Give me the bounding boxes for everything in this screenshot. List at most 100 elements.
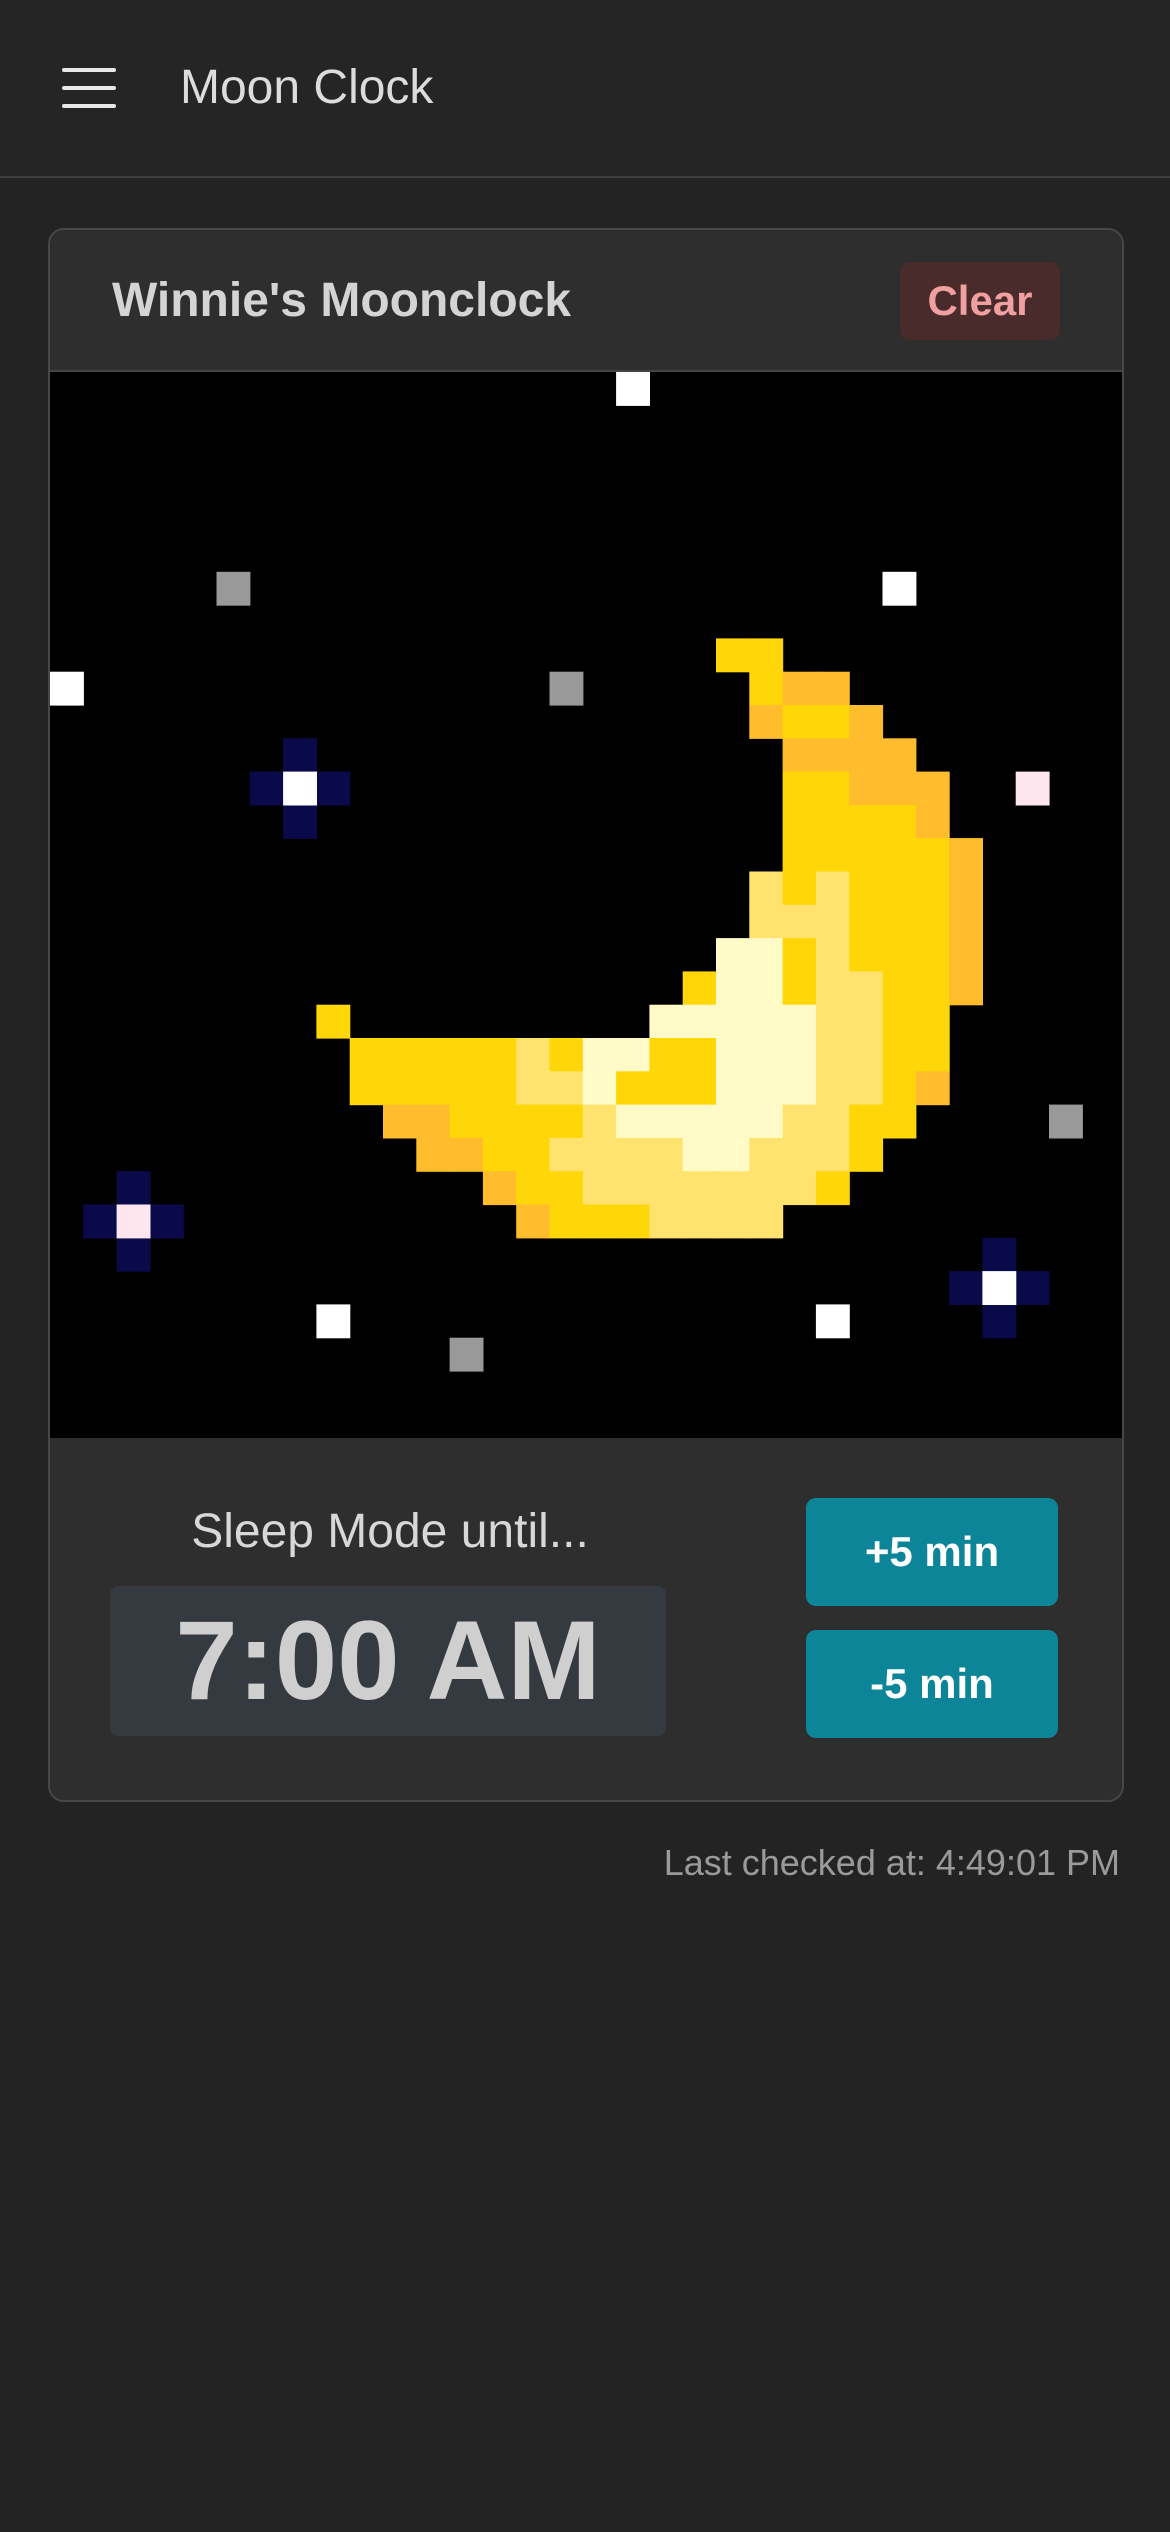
- moon-pixel: [815, 938, 850, 972]
- moon-pixel: [815, 1171, 850, 1206]
- moon-pixel: [782, 1104, 817, 1139]
- moonclock-card: Winnie's Moonclock Clear Sleep Mode unti…: [48, 228, 1124, 1802]
- moon-pixel: [815, 705, 850, 739]
- moon-pixel: [782, 1038, 817, 1072]
- moon-pixel: [815, 738, 850, 773]
- star-pixel: [616, 372, 650, 406]
- moon-pixel: [782, 904, 817, 939]
- moon-pixel: [949, 971, 983, 1006]
- star-pixel: [1049, 1104, 1083, 1139]
- moon-pixel: [915, 804, 950, 839]
- moon-pixel: [682, 1137, 717, 1172]
- moon-pixel: [815, 904, 850, 939]
- moon-pixel: [749, 1004, 784, 1039]
- moon-pixel: [949, 871, 983, 906]
- moon-pixel: [316, 1004, 351, 1039]
- moon-pixel: [882, 1104, 917, 1139]
- moon-pixel: [815, 1038, 850, 1072]
- star-pixel: [283, 771, 317, 806]
- pixel-display: [50, 372, 1122, 1438]
- star-glow-pixel: [116, 1237, 151, 1272]
- add-5-min-button[interactable]: +5 min: [806, 1498, 1058, 1606]
- hamburger-menu-icon[interactable]: [54, 60, 126, 116]
- moon-pixel: [716, 938, 750, 972]
- moon-pixel: [782, 1171, 817, 1206]
- moon-pixel: [782, 938, 817, 972]
- star-pixel: [815, 1304, 850, 1339]
- moon-pixel: [716, 638, 750, 673]
- moon-pixel: [782, 705, 817, 739]
- moon-pixel: [682, 1038, 717, 1072]
- moon-pixel: [915, 1038, 950, 1072]
- star-pixel: [882, 571, 917, 606]
- moon-pixel: [849, 1004, 884, 1039]
- moon-pixel: [682, 1104, 717, 1139]
- moon-pixel: [849, 771, 884, 806]
- star-glow-pixel: [283, 738, 317, 773]
- moon-pixel: [449, 1071, 484, 1106]
- moon-pixel: [782, 1071, 817, 1106]
- moon-pixel: [449, 1137, 484, 1172]
- wake-time: 7:00 AM: [175, 1598, 601, 1723]
- moon-pixel: [882, 771, 917, 806]
- star-glow-pixel: [982, 1237, 1017, 1272]
- moon-pixel: [749, 1204, 784, 1239]
- moon-pixel: [915, 1071, 950, 1106]
- moon-pixel: [882, 904, 917, 939]
- star-glow-pixel: [316, 771, 351, 806]
- moon-pixel: [616, 1104, 650, 1139]
- moon-pixel: [549, 1038, 584, 1072]
- star-pixel: [316, 1304, 351, 1339]
- moon-pixel: [416, 1137, 451, 1172]
- moon-pixel: [949, 904, 983, 939]
- moon-pixel: [682, 971, 717, 1006]
- moon-pixel: [749, 904, 784, 939]
- moon-pixel: [782, 1137, 817, 1172]
- star-pixel: [216, 571, 251, 606]
- moon-pixel: [882, 738, 917, 773]
- moon-pixel: [915, 871, 950, 906]
- moon-pixel: [716, 1004, 750, 1039]
- moon-pixel: [516, 1171, 551, 1206]
- moon-pixel: [516, 1071, 551, 1106]
- moon-pixel: [815, 1004, 850, 1039]
- moon-pixel: [882, 804, 917, 839]
- moon-pixel: [849, 971, 884, 1006]
- moon-pixel: [582, 1104, 617, 1139]
- moon-pixel: [582, 1171, 617, 1206]
- moon-pixel: [383, 1038, 417, 1072]
- moon-pixel: [416, 1071, 451, 1106]
- moon-pixel: [549, 1071, 584, 1106]
- moon-pixel: [815, 871, 850, 906]
- moon-pixel: [549, 1137, 584, 1172]
- moon-pixel: [716, 1171, 750, 1206]
- moon-pixel: [849, 804, 884, 839]
- star-glow-pixel: [949, 1271, 983, 1305]
- moon-pixel: [716, 1038, 750, 1072]
- moon-pixel: [416, 1038, 451, 1072]
- moon-pixel: [549, 1171, 584, 1206]
- moon-pixel: [716, 1137, 750, 1172]
- moon-pixel: [616, 1137, 650, 1172]
- sleep-mode-label: Sleep Mode until...: [191, 1505, 589, 1558]
- moon-pixel: [782, 971, 817, 1006]
- moon-pixel: [949, 838, 983, 873]
- moon-pixel: [449, 1038, 484, 1072]
- moon-pixel: [915, 771, 950, 806]
- wake-time-display: 7:00 AM: [110, 1586, 666, 1736]
- card-header: Winnie's Moonclock Clear: [50, 230, 1122, 372]
- moon-pixel: [516, 1038, 551, 1072]
- moon-pixel: [582, 1137, 617, 1172]
- moon-pixel: [682, 1204, 717, 1239]
- moon-pixel: [682, 1004, 717, 1039]
- moon-pixel: [815, 838, 850, 873]
- moon-pixel: [716, 971, 750, 1006]
- moon-pixel: [915, 971, 950, 1006]
- moon-pixel: [482, 1038, 517, 1072]
- star-pixel: [449, 1337, 484, 1372]
- subtract-5-min-button[interactable]: -5 min: [806, 1630, 1058, 1738]
- moon-pixel: [749, 971, 784, 1006]
- moon-pixel: [649, 1204, 684, 1239]
- moon-pixel: [749, 705, 784, 739]
- clear-button[interactable]: Clear: [900, 262, 1060, 340]
